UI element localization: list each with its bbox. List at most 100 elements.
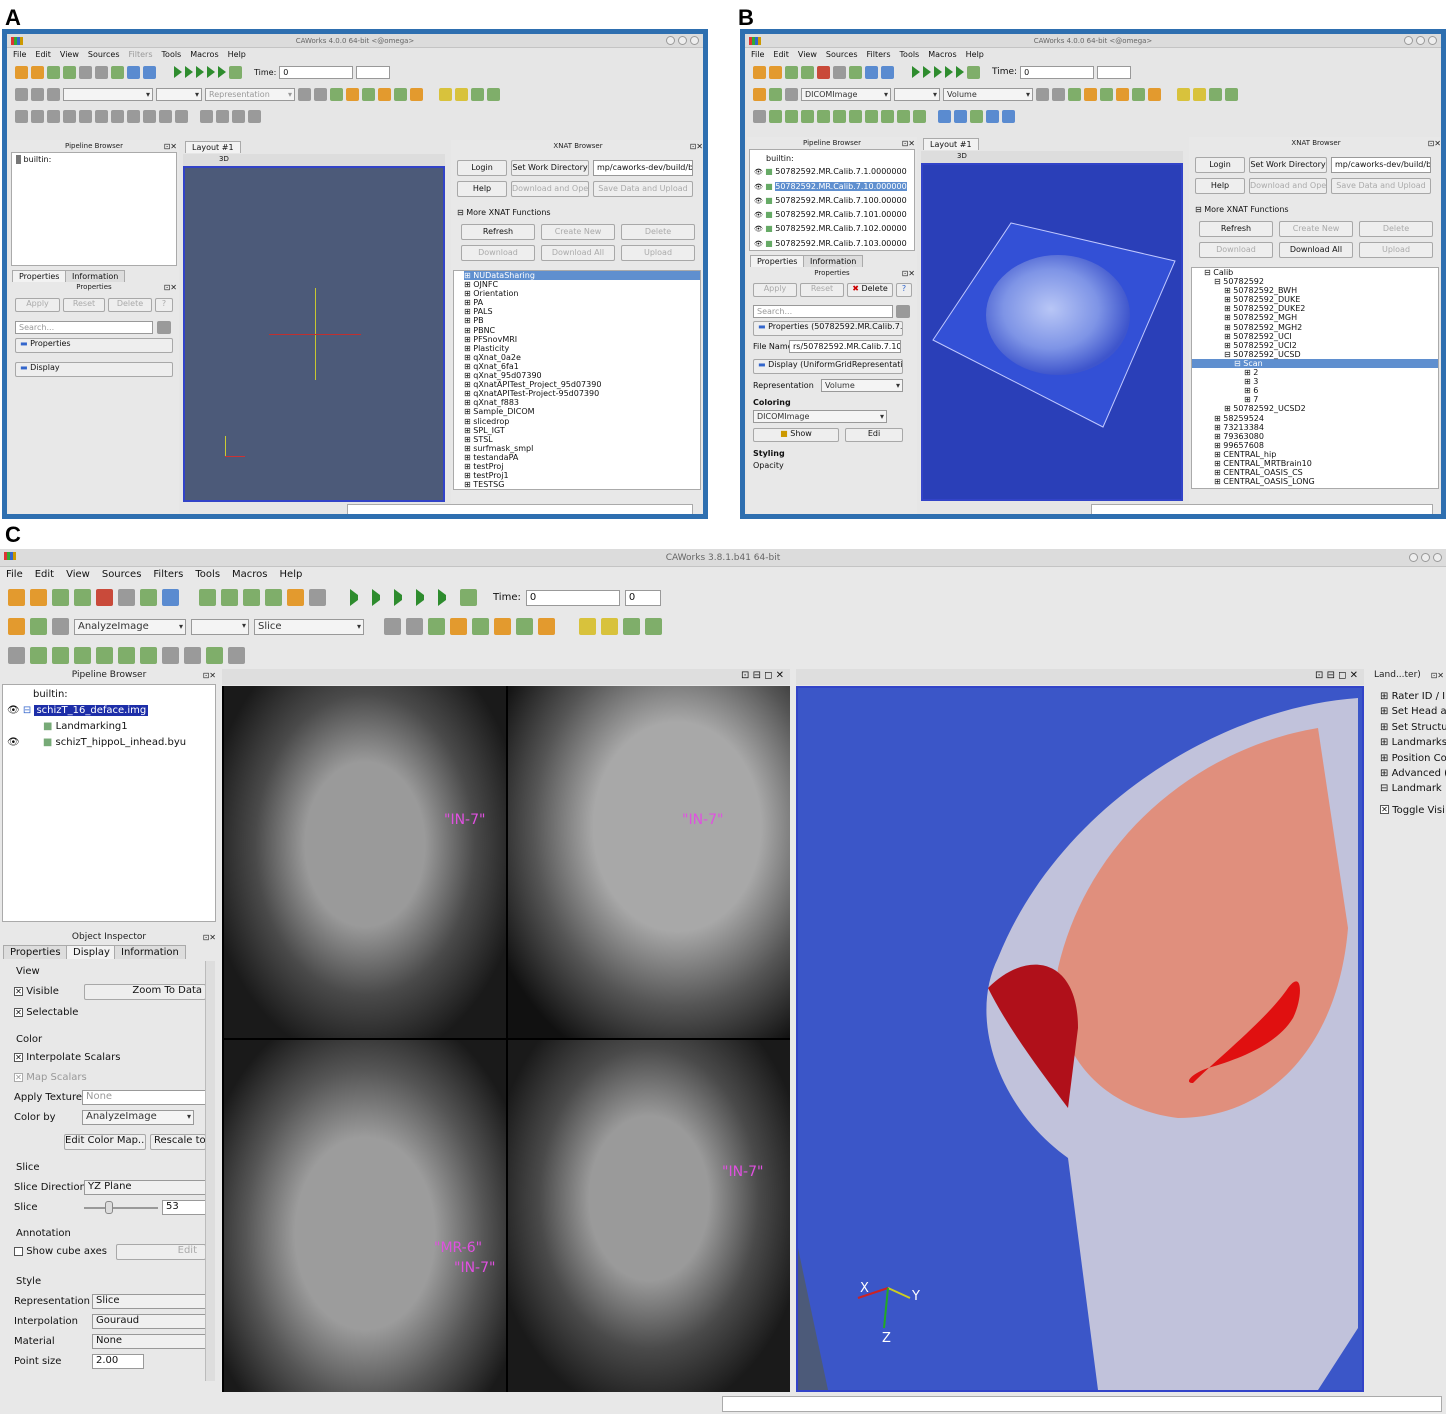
tree-expand-icon[interactable]: ⊞: [1214, 414, 1223, 423]
open-icon[interactable]: [15, 65, 28, 79]
tree-expand-icon[interactable]: ⊞: [464, 335, 473, 344]
group-icon[interactable]: [897, 109, 910, 123]
reset-button[interactable]: Reset: [63, 298, 105, 312]
next-frame-icon[interactable]: [416, 589, 433, 606]
interpolation-select[interactable]: Gouraud: [92, 1314, 206, 1329]
tree-expand-icon[interactable]: ⊞: [1224, 313, 1233, 322]
color-by-select[interactable]: AnalyzeImage: [82, 1110, 194, 1125]
pipeline-item[interactable]: 👁 ■ 50782592.MR.Calib.7.1.0000000: [754, 165, 914, 179]
set-work-directory-button[interactable]: Set Work Directory: [1249, 157, 1327, 173]
clip-icon[interactable]: [47, 109, 60, 123]
warp-icon[interactable]: [184, 647, 201, 664]
slice-icon[interactable]: [74, 647, 91, 664]
select-block-icon[interactable]: [248, 109, 261, 123]
download-open-button[interactable]: Download and Open: [511, 181, 589, 197]
collapse-icon[interactable]: ⊟: [1195, 205, 1202, 214]
tree-expand-icon[interactable]: ⊞: [464, 271, 473, 280]
tab-layout-1[interactable]: Layout #1: [185, 141, 241, 153]
xnat-tree-item[interactable]: ⊞ CENTRAL_OASIS_LONG: [1192, 477, 1438, 486]
render-view-3d[interactable]: X Y Z: [796, 686, 1364, 1392]
save-state-icon[interactable]: [801, 65, 814, 79]
xnat-tree-item[interactable]: ⊞ testProj: [464, 462, 700, 471]
group-icon[interactable]: [159, 109, 172, 123]
maximize-icon[interactable]: [1416, 36, 1425, 45]
tree-expand-icon[interactable]: ⊞: [464, 426, 473, 435]
python-shell-input[interactable]: [1091, 504, 1433, 514]
xnat-tree-item[interactable]: ⊞ TESTSG: [464, 480, 700, 489]
extract-level-icon[interactable]: [175, 109, 188, 123]
visible-checkbox[interactable]: ✕ Visible: [14, 986, 59, 997]
xnat-tree-item[interactable]: ⊟ 50782592_UCSD: [1192, 350, 1438, 359]
python-shell-input[interactable]: [722, 1396, 1442, 1412]
xnat-tree-item[interactable]: ⊞ surfmask_smpl: [464, 444, 700, 453]
tree-expand-icon[interactable]: ⊞: [1244, 386, 1253, 395]
set-work-directory-button[interactable]: Set Work Directory: [511, 160, 589, 176]
tree-expand-icon[interactable]: ⊞: [1224, 332, 1233, 341]
menu-help[interactable]: Help: [966, 48, 984, 61]
xnat-tree-item[interactable]: ⊞ 79363080: [1192, 432, 1438, 441]
component-combo[interactable]: [191, 618, 249, 635]
time-step-input[interactable]: [1097, 65, 1132, 79]
open-icon[interactable]: [753, 65, 766, 79]
landmark-icon[interactable]: [287, 589, 304, 606]
query-icon[interactable]: [143, 65, 156, 79]
xnat-tree-item[interactable]: ⊞ 50782592_UCSD2: [1192, 404, 1438, 413]
first-frame-icon[interactable]: [174, 66, 182, 78]
mri-coronal-view-2[interactable]: "IN-7": [508, 1040, 790, 1392]
select-frustum-icon[interactable]: [970, 109, 983, 123]
menu-sources[interactable]: Sources: [102, 567, 142, 583]
save-data-icon[interactable]: [47, 65, 60, 79]
xnat-tree-item[interactable]: ⊞ 50782592_BWH: [1192, 286, 1438, 295]
tree-expand-icon[interactable]: ⊞: [464, 280, 473, 289]
tree-expand-icon[interactable]: ⊞: [1224, 304, 1233, 313]
tree-expand-icon[interactable]: ⊞: [464, 316, 473, 325]
loop-icon[interactable]: [229, 65, 242, 79]
rotate-icon[interactable]: [487, 87, 500, 101]
select-cells-icon[interactable]: [200, 109, 213, 123]
pipeline-builtin[interactable]: builtin:: [7, 687, 215, 703]
create-new-button[interactable]: Create New: [1279, 221, 1353, 237]
tree-expand-icon[interactable]: ⊞: [464, 353, 473, 362]
tab-information[interactable]: Information: [114, 945, 186, 959]
maximize-icon[interactable]: [1421, 553, 1430, 562]
tree-expand-icon[interactable]: ⊞: [1224, 341, 1233, 350]
calculator-icon[interactable]: [15, 109, 28, 123]
download-button[interactable]: Download: [461, 245, 535, 261]
menu-file[interactable]: File: [751, 48, 764, 61]
help-icon[interactable]: [162, 589, 179, 606]
connect-icon[interactable]: [849, 65, 862, 79]
xnat-tree-item[interactable]: ⊞ CENTRAL_hip: [1192, 450, 1438, 459]
tree-expand-icon[interactable]: ⊞: [1214, 468, 1223, 477]
menu-tools[interactable]: Tools: [195, 567, 220, 583]
xnat-tree-item[interactable]: ⊟ 50782592: [1192, 277, 1438, 286]
mri-quad-view[interactable]: "IN-7" "IN-7" "MR-6" "IN-7" "IN-7": [222, 686, 790, 1392]
xnat-tree-item[interactable]: ⊞ STSL: [464, 435, 700, 444]
view-z-neg-icon[interactable]: [410, 87, 423, 101]
tree-expand-icon[interactable]: ⊞: [464, 298, 473, 307]
rescale-button[interactable]: Rescale to D: [150, 1134, 206, 1150]
xnat-tree-item[interactable]: ⊞ qXnat_f883: [464, 398, 700, 407]
view-y-neg-icon[interactable]: [1116, 87, 1129, 101]
source-combo[interactable]: [63, 87, 153, 101]
xnat-tree-item[interactable]: ⊞ PALS: [464, 307, 700, 316]
rescale-icon[interactable]: [47, 87, 60, 101]
xnat-tree-item[interactable]: ⊞ qXnat_6fa1: [464, 362, 700, 371]
xnat-tree-item[interactable]: ⊞ 58259524: [1192, 414, 1438, 423]
xnat-tree-item[interactable]: ⊞ NUDataSharing: [464, 271, 700, 281]
toggle-visibility-checkbox[interactable]: ✕ Toggle Visi: [1380, 803, 1446, 818]
pipeline-builtin[interactable]: builtin:: [16, 155, 172, 164]
threshold-icon[interactable]: [96, 647, 113, 664]
selectable-checkbox[interactable]: ✕ Selectable: [14, 1007, 78, 1018]
delete-xnat-button[interactable]: Delete: [621, 224, 695, 240]
interpolate-scalars-checkbox[interactable]: ✕ Interpolate Scalars: [14, 1052, 120, 1063]
view-y-neg-icon[interactable]: [378, 87, 391, 101]
menu-help[interactable]: Help: [228, 48, 246, 61]
menu-filters[interactable]: Filters: [129, 48, 153, 61]
contour-icon[interactable]: [31, 109, 44, 123]
tab-information[interactable]: Information: [803, 255, 864, 267]
point-size-input[interactable]: 2.00: [92, 1354, 144, 1369]
stream-tracer-icon[interactable]: [127, 109, 140, 123]
pick-center-icon[interactable]: [471, 87, 484, 101]
tree-expand-icon[interactable]: ⊞: [464, 471, 473, 480]
slice-icon[interactable]: [801, 109, 814, 123]
